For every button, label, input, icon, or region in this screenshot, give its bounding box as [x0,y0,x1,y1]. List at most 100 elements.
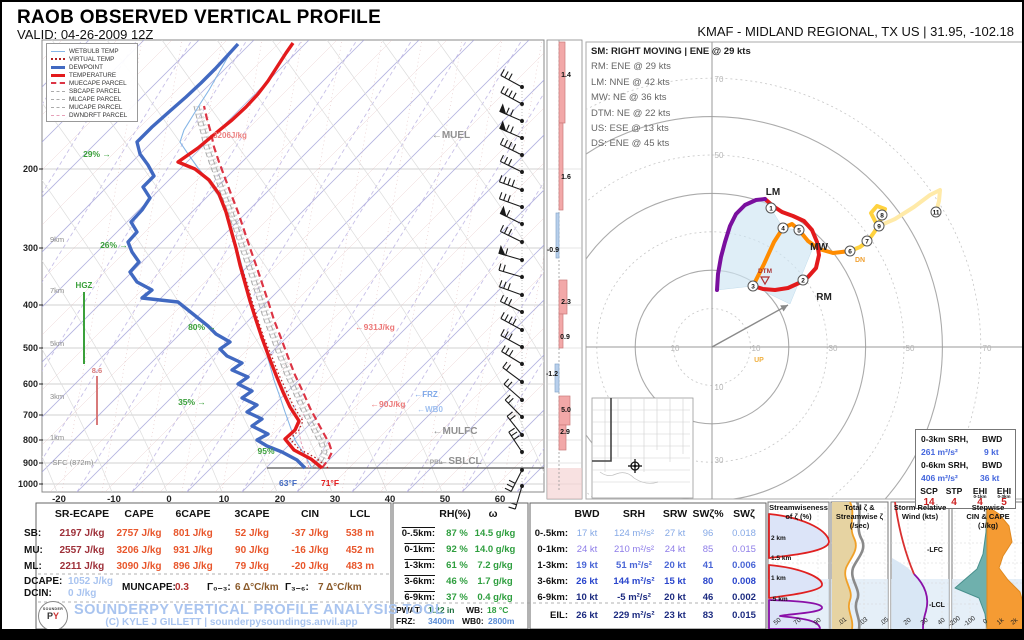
wb0-value: 2800m [488,616,515,626]
mini-panel-title: Wind (kts) [901,512,939,521]
svg-text:MW: MW [810,242,828,253]
svg-text:←90J/kg: ←90J/kg [371,399,406,409]
svg-text:3km: 3km [50,392,64,401]
svg-text:50: 50 [715,151,724,160]
svg-text:0.9: 0.9 [560,334,570,341]
mini-level-label: -LFC [927,547,943,554]
svg-text:6: 6 [848,248,852,255]
svg-text:2.3: 2.3 [561,299,571,306]
kinematics-value: 51 m²/s² [616,560,652,571]
map-inset [591,397,694,499]
kinematics-value: 17 kt [576,528,598,539]
svg-text:4: 4 [781,225,785,232]
muncape-value: 0.3 [175,582,189,593]
kinematics-header: SRH [622,508,646,520]
thermo-value: 2757 J/kg [116,528,162,539]
lapse-3-6-value: 7 Δ°C/km [318,582,362,593]
svg-text:5km: 5km [50,339,64,348]
thermo-row-label: SB: [24,528,42,539]
wb-label: WB: [466,605,483,615]
svg-text:1km: 1km [50,433,64,442]
storm-motion-readout: SM: RIGHT MOVING | ENE @ 29 kts RM: ENE @… [591,44,751,152]
svg-text:-SFC (872m)-: -SFC (872m)- [50,458,96,467]
svg-text:26% →: 26% → [100,240,128,250]
brand-title: SOUNDERPY VERTICAL PROFILE ANALYSIS TOOL [74,602,445,618]
kinematics-row-label: 6-9km: [537,592,568,603]
thermo-header: CAPE [124,508,154,520]
svg-text:300: 300 [23,243,38,253]
mixing-ratio-value: 14.5 g/kg [474,528,516,539]
lapse-0-3-label: Γ₀₋₃: [207,582,231,593]
svg-text:1: 1 [769,205,773,212]
thermo-value: 538 m [345,528,375,539]
kinematics-value: 27 kt [664,528,686,539]
svg-text:8.6: 8.6 [92,366,102,375]
frz-value: 3400m [428,616,455,626]
thermo-value: 2211 J/kg [59,561,105,572]
legend-item: DEWPOINT [51,63,135,71]
thermo-value: -20 J/kg [291,561,329,572]
svg-text:2: 2 [801,277,805,284]
svg-text:35% →: 35% → [178,397,206,407]
svg-text:←SBLCL: ←SBLCL [438,456,481,467]
svg-text:50: 50 [906,344,915,353]
svg-text:RM: RM [816,292,832,303]
svg-text:29% →: 29% → [83,149,111,159]
svg-text:1.4: 1.4 [561,72,571,79]
rh-value: 37 % [446,592,468,603]
svg-text:10: 10 [671,344,680,353]
sounderpy-logo: SOUNDER PY [38,601,68,631]
thermo-value: 483 m [345,561,375,572]
svg-text:71°F: 71°F [321,478,339,488]
mini-panel-title: (/sec) [849,521,870,530]
mixing-ratio-value: 0.4 g/kg [477,592,513,603]
mini-panel-title: Storm Relative [893,503,947,512]
svg-text:HGZ: HGZ [76,281,93,290]
svg-text:UP: UP [754,357,764,364]
svg-text:500: 500 [23,343,38,353]
thermo-value: 452 m [345,545,375,556]
svg-text:600: 600 [23,379,38,389]
index-header: SCP [920,486,938,496]
sm-line: US: ESE @ 13 kts [591,123,669,135]
kinematics-value: 15 kt [664,576,686,587]
kinematics-value: 24 kt [664,544,686,555]
srh-0-6-label: 0-6km SRH, [921,460,969,470]
kinematics-header: BWD [574,508,600,520]
svg-text:5: 5 [797,227,801,234]
svg-text:LM: LM [766,187,780,198]
mini-panel-title: Total ζ & [844,503,875,512]
thermo-value: 3206 J/kg [116,545,162,556]
svg-text:30: 30 [715,456,724,465]
kinematics-value: 26 kt [576,610,598,621]
sm-line: LM: NNE @ 42 kts [591,76,670,88]
kinematics-value: 20 kt [664,592,686,603]
kinematics-value: -5 m²/s² [617,592,651,603]
sm-line: DS: ENE @ 45 kts [591,138,670,150]
kinematics-row-label: 1-3km: [537,560,568,571]
mixing-ratio-value: 7.2 g/kg [477,560,513,571]
svg-text:1000: 1000 [18,479,38,489]
kinematics-header: SRW [662,508,688,520]
bwd-0-6-value: 36 kt [980,473,1000,483]
thermo-row-label: ML: [24,561,42,572]
srh-bwd-info-box: 0-3km SRH, BWD 261 m²/s² 9 kt 0-6km SRH, BWD 4… [915,429,1016,509]
kinematics-value: 26 kt [576,576,598,587]
svg-text:95%: 95% [257,446,274,456]
legend-item: SBCAPE PARCEL [51,87,135,95]
mini-height-label: 1.5 km [771,555,792,562]
legend-item: VIRTUAL TEMP [51,55,135,63]
bwd-0-3-value: 9 kt [984,447,999,457]
thermo-value: 90 J/kg [235,545,269,556]
index-value: 4 [951,497,957,508]
wb0-label: WB0: [462,616,484,626]
svg-text:←MULFC: ←MULFC [433,426,478,437]
mini-panel-title: Stepwise [971,503,1005,512]
thermo-value: 801 J/kg [173,528,213,539]
kinematics-value: 10 kt [576,592,598,603]
svg-text:11: 11 [933,209,940,216]
mini-panel-title: Streamwise ζ [835,512,884,521]
moisture-row-label: 0-1km: [404,544,435,555]
moisture-row-label: 3-6km: [404,576,435,587]
svg-text:10: 10 [752,344,761,353]
